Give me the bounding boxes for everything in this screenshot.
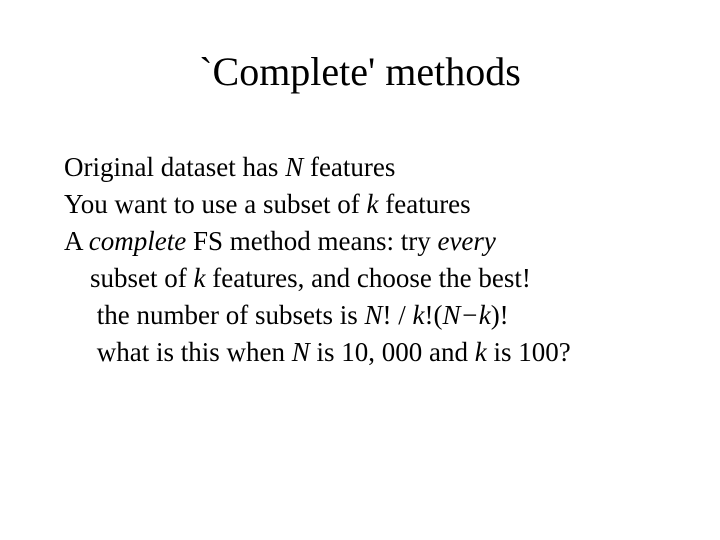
- line-1: Original dataset has N features: [64, 150, 664, 185]
- var-n: N: [292, 337, 310, 367]
- line-3: A complete FS method means: try every: [64, 224, 664, 259]
- var-n: N: [364, 300, 382, 330]
- text: the number of subsets is: [97, 300, 365, 330]
- line-6: what is this when N is 10, 000 and k is …: [64, 335, 664, 370]
- text: features: [303, 152, 395, 182]
- line-5: the number of subsets is N! / k!(N−k)!: [64, 298, 664, 333]
- word-every: every: [437, 226, 495, 256]
- text: is 100?: [487, 337, 571, 367]
- text: subset of: [90, 263, 194, 293]
- text: features: [378, 189, 470, 219]
- text: features, and choose the best!: [205, 263, 530, 293]
- text: )!: [491, 300, 509, 330]
- line-2: You want to use a subset of k features: [64, 187, 664, 222]
- slide-title: `Complete' methods: [0, 48, 720, 95]
- text: what is this when: [97, 337, 292, 367]
- var-n-minus-k: N−k: [442, 300, 490, 330]
- text: You want to use a subset of: [64, 189, 367, 219]
- text: FS method means: try: [186, 226, 437, 256]
- word-complete: complete: [89, 226, 186, 256]
- var-k: k: [367, 189, 379, 219]
- var-k: k: [475, 337, 487, 367]
- var-k: k: [413, 300, 425, 330]
- var-n: N: [285, 152, 303, 182]
- var-k: k: [194, 263, 206, 293]
- text: !(: [424, 300, 442, 330]
- text: A: [64, 226, 89, 256]
- slide-body: Original dataset has N features You want…: [64, 150, 664, 373]
- text: ! /: [383, 300, 413, 330]
- line-4: subset of k features, and choose the bes…: [64, 261, 664, 296]
- text: is 10, 000 and: [310, 337, 475, 367]
- text: Original dataset has: [64, 152, 285, 182]
- slide: `Complete' methods Original dataset has …: [0, 0, 720, 540]
